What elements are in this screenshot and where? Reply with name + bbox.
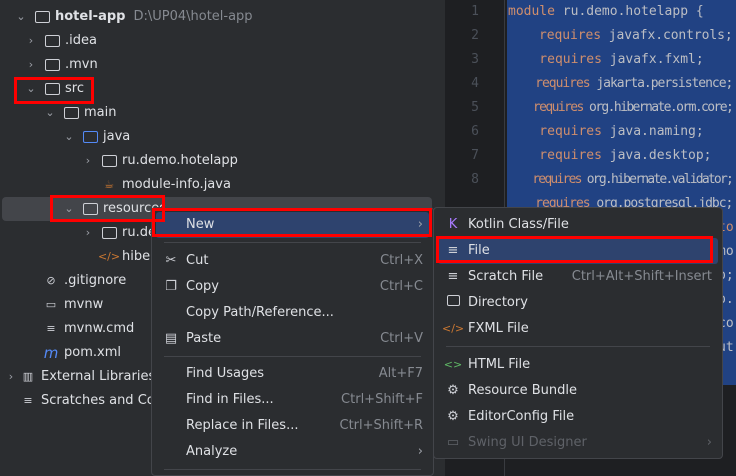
tree-item-hotel-app[interactable]: ⌄ hotel-app D:\UP04\hotel-app [14, 5, 252, 29]
module-folder-icon [34, 9, 50, 25]
submenu-item-swing-ui-designer: ▭ Swing UI Designer › [438, 430, 718, 456]
line-number: 6 [471, 124, 479, 139]
package-icon [101, 153, 117, 169]
line-number: 4 [471, 76, 479, 91]
chevron-right-icon: › [417, 444, 423, 459]
line-number: 8 [471, 172, 479, 187]
gear-icon: ⚙ [447, 383, 459, 398]
code-line: requires javafx.fxml; [508, 52, 704, 67]
tree-item-package[interactable]: › ru.demo.hotelapp [81, 149, 238, 173]
code-line: requires jakarta.persistence; [508, 76, 733, 91]
folder-icon [44, 33, 60, 49]
chevron-right-icon[interactable]: › [4, 365, 18, 389]
folder-icon [63, 105, 79, 121]
line-number: 2 [471, 28, 479, 43]
chevron-right-icon: › [417, 217, 423, 232]
scissors-icon: ✂ [165, 253, 177, 268]
menu-item-copy-path[interactable]: Copy Path/Reference... [156, 300, 429, 326]
submenu-item-fxml[interactable]: </> FXML File [438, 316, 718, 342]
menu-item-replace-in-files[interactable]: Replace in Files... Ctrl+Shift+R [156, 413, 429, 439]
chevron-right-icon[interactable]: › [81, 221, 95, 245]
menu-item-analyze[interactable]: Analyze › [156, 439, 429, 465]
code-line: requires java.naming; [508, 124, 704, 139]
paste-icon: ▤ [164, 331, 178, 346]
menu-item-find-usages[interactable]: Find Usages Alt+F7 [156, 361, 429, 387]
chevron-right-icon: › [706, 435, 712, 450]
line-number: 7 [471, 148, 479, 163]
tree-item-src[interactable]: ⌄ src [24, 77, 84, 101]
library-icon: ▥ [22, 370, 34, 383]
submenu-item-html[interactable]: <> HTML File [438, 352, 718, 378]
submenu-item-file[interactable]: ≡ File [438, 238, 718, 264]
menu-separator [164, 242, 421, 243]
gear-icon: ⚙ [447, 409, 459, 424]
code-line: requires org.hibernate.orm.core; [508, 100, 734, 115]
folder-icon [101, 225, 117, 241]
menu-separator [164, 469, 421, 470]
tree-item-mvnw[interactable]: ▭ mvnw [43, 293, 103, 317]
line-number: 1 [471, 4, 479, 19]
tree-item-pom[interactable]: m pom.xml [43, 341, 121, 365]
xml-icon: </> [442, 322, 465, 335]
chevron-right-icon[interactable]: › [81, 149, 95, 173]
chevron-right-icon[interactable]: › [24, 53, 38, 77]
tree-item-idea[interactable]: › .idea [24, 29, 97, 53]
terminal-file-icon: ▭ [45, 298, 57, 311]
scratch-file-icon: ≡ [447, 269, 459, 284]
code-line: requires org.hibernate.validator; [508, 172, 734, 187]
html-icon: <> [443, 358, 463, 371]
window-icon: ▭ [446, 435, 460, 450]
scratches-icon: ≡ [23, 394, 33, 407]
tree-item-ru-de[interactable]: › ru.de [81, 221, 156, 245]
context-menu: New › ✂ Cut Ctrl+X ❐ Copy Ctrl+C Copy Path/Re… [151, 207, 434, 476]
tree-item-scratches[interactable]: ≡ Scratches and Co [20, 389, 154, 413]
tree-item-mvn[interactable]: › .mvn [24, 53, 98, 77]
tree-item-module-info[interactable]: ☕ module-info.java [101, 173, 231, 197]
tree-item-mvnw-cmd[interactable]: ≡ mvnw.cmd [43, 317, 134, 341]
menu-item-cut[interactable]: ✂ Cut Ctrl+X [156, 248, 429, 274]
maven-icon: m [43, 344, 59, 362]
tree-item-java[interactable]: ⌄ java [62, 125, 130, 149]
chevron-down-icon[interactable]: ⌄ [43, 101, 57, 125]
chevron-down-icon[interactable]: ⌄ [62, 125, 76, 149]
submenu-item-scratch-file[interactable]: ≡ Scratch File Ctrl+Alt+Shift+Insert [438, 264, 718, 290]
line-number: 3 [471, 52, 479, 67]
source-folder-icon [82, 129, 98, 145]
menu-separator [164, 356, 421, 357]
menu-separator [446, 346, 710, 347]
new-submenu: K Kotlin Class/File ≡ File ≡ Scratch File Ct… [433, 207, 723, 459]
kotlin-icon: K [448, 217, 458, 232]
code-line: requires java.desktop; [508, 148, 712, 163]
folder-icon [442, 290, 464, 316]
code-line: requires javafx.controls; [508, 28, 733, 43]
menu-item-copy[interactable]: ❐ Copy Ctrl+C [156, 274, 429, 300]
submenu-item-editorconfig[interactable]: ⚙ EditorConfig File [438, 404, 718, 430]
java-file-icon: ☕ [104, 178, 114, 191]
line-number: 5 [471, 100, 479, 115]
menu-item-paste[interactable]: ▤ Paste Ctrl+V [156, 326, 429, 352]
chevron-right-icon[interactable]: › [24, 29, 38, 53]
tree-item-external-libraries[interactable]: › ▥ External Libraries [4, 365, 155, 389]
text-file-icon: ≡ [447, 243, 459, 258]
text-file-icon: ≡ [46, 322, 56, 335]
tree-item-gitignore[interactable]: ⊘ .gitignore [43, 269, 126, 293]
copy-icon: ❐ [165, 279, 177, 294]
tree-item-main[interactable]: ⌄ main [43, 101, 116, 125]
chevron-down-icon[interactable]: ⌄ [14, 5, 28, 29]
xml-file-icon: </> [97, 250, 121, 263]
code-line: module ru.demo.hotelapp { [508, 4, 704, 19]
chevron-down-icon[interactable]: ⌄ [24, 77, 38, 101]
submenu-item-kotlin[interactable]: K Kotlin Class/File [438, 212, 718, 238]
menu-item-find-in-files[interactable]: Find in Files... Ctrl+Shift+F [156, 387, 429, 413]
chevron-down-icon[interactable]: ⌄ [62, 197, 76, 221]
resources-folder-icon [82, 201, 98, 217]
folder-icon [44, 57, 60, 73]
ignore-file-icon: ⊘ [46, 274, 56, 287]
folder-icon [44, 81, 60, 97]
submenu-item-directory[interactable]: Directory [438, 290, 718, 316]
submenu-item-resource-bundle[interactable]: ⚙ Resource Bundle [438, 378, 718, 404]
menu-item-new[interactable]: New › [156, 212, 429, 238]
